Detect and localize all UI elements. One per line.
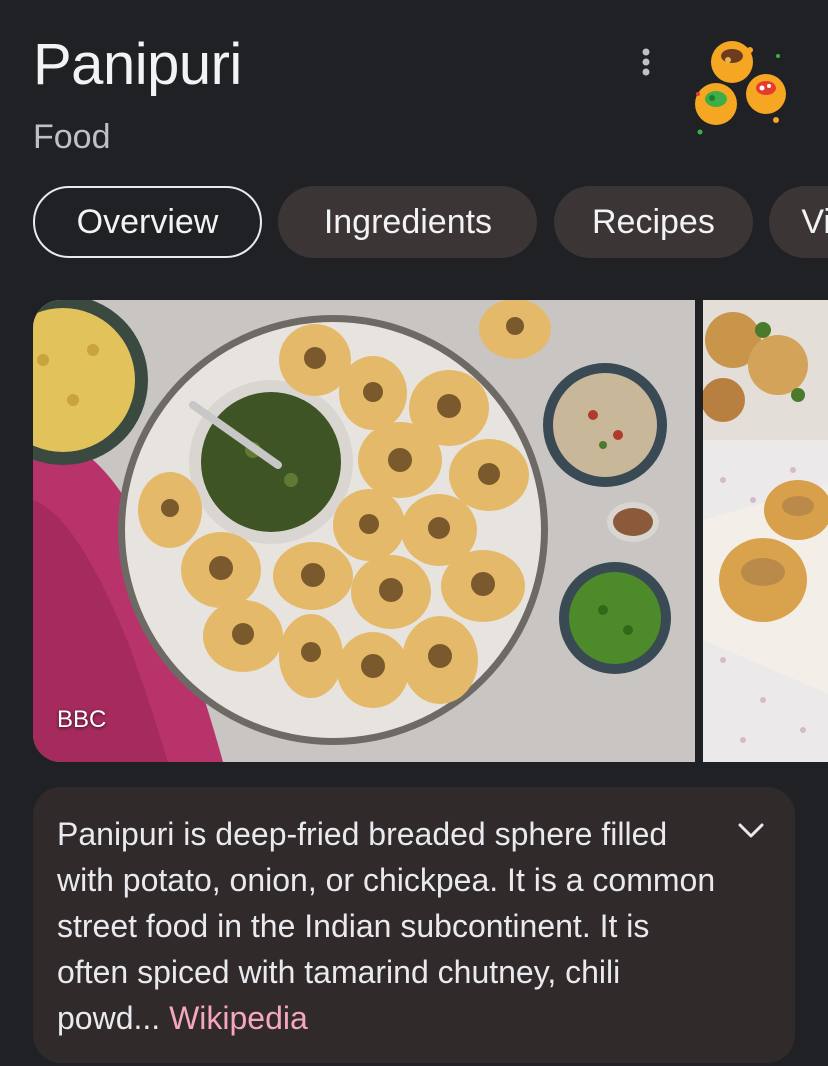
description-card[interactable]: Panipuri is deep-fried breaded sphere fi… bbox=[33, 787, 795, 1063]
tab-videos[interactable]: Vi bbox=[769, 186, 828, 258]
panipuri-food-icon bbox=[690, 36, 794, 136]
tab-overview[interactable]: Overview bbox=[33, 186, 262, 258]
panipuri-photo-2[interactable] bbox=[703, 300, 828, 762]
entity-type: Food bbox=[33, 118, 111, 156]
chevron-down-icon bbox=[738, 823, 764, 838]
description-text: Panipuri is deep-fried breaded sphere fi… bbox=[57, 811, 719, 1041]
panipuri-photo[interactable]: BBC bbox=[33, 300, 695, 762]
tab-recipes[interactable]: Recipes bbox=[553, 186, 753, 258]
tab-ingredients[interactable]: Ingredients bbox=[278, 186, 538, 258]
photo-credit: BBC bbox=[57, 706, 107, 733]
wikipedia-link[interactable]: Wikipedia bbox=[169, 1000, 308, 1036]
description-ellipsis: ... bbox=[133, 1000, 161, 1036]
more-vert-icon bbox=[642, 48, 650, 76]
more-options-button[interactable] bbox=[628, 44, 664, 80]
expand-description-button[interactable] bbox=[731, 811, 771, 851]
tab-bar: Overview Ingredients Recipes Vi bbox=[33, 186, 828, 258]
image-carousel: BBC bbox=[33, 300, 828, 762]
page-title: Panipuri bbox=[33, 32, 242, 97]
